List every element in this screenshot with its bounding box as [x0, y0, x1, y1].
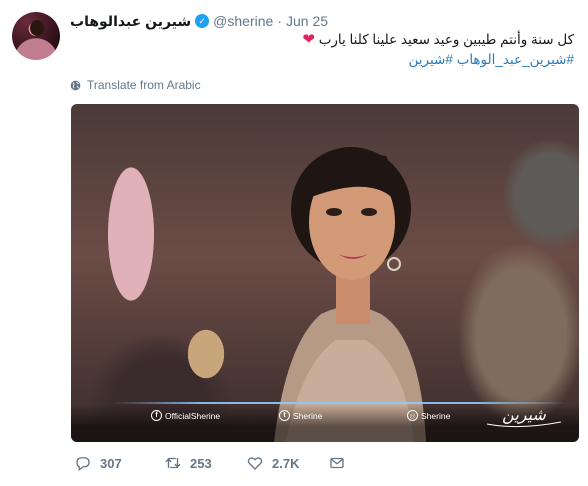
tweet: شيرين عبدالوهاب ✓ @sherine · Jun 25 كل س… [0, 0, 588, 486]
twitter-credit: t Sherine [279, 410, 322, 421]
display-name[interactable]: شيرين عبدالوهاب [70, 13, 191, 30]
direct-message-icon [330, 457, 344, 469]
reply-icon [76, 457, 90, 472]
facebook-label: OfficialSherine [165, 410, 221, 421]
tweet-text-line: كل سنة وأنتم طيبين وعيد سعيد علينا كلنا … [94, 30, 574, 50]
tweet-text: كل سنة وأنتم طيبين وعيد سعيد علينا كلنا … [94, 30, 574, 70]
direct-message-button[interactable] [328, 454, 346, 472]
twitter-bird-icon: t [279, 410, 290, 421]
verified-badge-icon: ✓ [195, 14, 210, 28]
translate-link[interactable]: Translate from Arabic [70, 78, 201, 92]
facebook-icon: f [151, 410, 162, 421]
portrait-figure [274, 147, 426, 442]
like-count: 2.7K [272, 455, 300, 471]
tweet-header: شيرين عبدالوهاب ✓ @sherine · Jun 25 [70, 12, 328, 30]
reply-button[interactable]: 307 [74, 454, 164, 472]
tweet-date[interactable]: Jun 25 [286, 13, 328, 29]
translate-label[interactable]: Translate from Arabic [87, 78, 201, 92]
hashtags[interactable]: #شيرين_عبد_الوهاب #شيرين [94, 50, 574, 70]
avatar[interactable] [12, 12, 60, 60]
instagram-icon: ◎ [407, 410, 418, 421]
instagram-label: Sherine [421, 410, 451, 421]
instagram-credit: ◎ Sherine [407, 410, 450, 421]
like-icon [247, 457, 263, 470]
retweet-button[interactable]: 253 [164, 454, 246, 472]
retweet-count: 253 [190, 455, 212, 471]
retweet-icon [165, 457, 181, 469]
separator: · [277, 13, 282, 29]
tweet-actions: 307 253 2.7K [74, 454, 346, 472]
tweet-body: كل سنة وأنتم طيبين وعيد سعيد علينا كلنا … [318, 32, 574, 47]
tweet-photo[interactable]: f OfficialSherine t Sherine ◎ Sherine شي… [71, 104, 579, 442]
signature-text: شيرين [502, 405, 546, 424]
heart-emoji: ❤ [302, 31, 315, 48]
facebook-credit: f OfficialSherine [151, 410, 220, 421]
reply-count: 307 [100, 455, 122, 471]
globe-icon [70, 80, 81, 90]
twitter-label: Sherine [293, 410, 323, 421]
like-button[interactable]: 2.7K [246, 454, 328, 472]
signature-logo: شيرين [486, 405, 562, 428]
handle[interactable]: @sherine [213, 13, 273, 29]
